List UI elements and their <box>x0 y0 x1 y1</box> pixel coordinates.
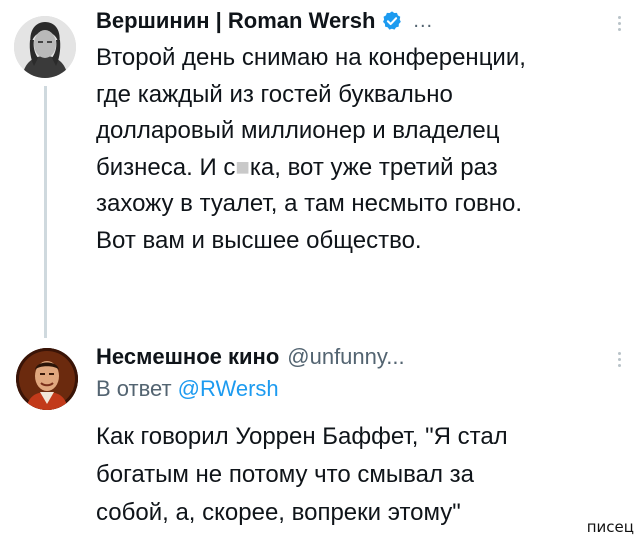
tweet-text-line: собой, а, скорее, вопреки этому" <box>96 499 461 526</box>
tweet-text-line: Как говорил Уоррен Баффет, "Я стал <box>96 423 508 450</box>
site-watermark: писец <box>586 518 634 536</box>
censored-fragment: ■ <box>235 153 250 181</box>
reply-prefix: В ответ <box>96 376 172 401</box>
more-options-icon[interactable] <box>618 16 622 34</box>
author-avatar[interactable] <box>16 348 78 410</box>
avatar-portrait-icon <box>14 16 76 78</box>
avatar-portrait-icon <box>16 348 78 410</box>
tweet-text-segment: бизнеса. И с <box>96 153 236 181</box>
tweet-text-line: бизнеса. И с■ка, вот уже третий раз <box>96 150 626 187</box>
author-handle[interactable]: @unfunny... <box>287 344 404 370</box>
truncation-ellipsis: ... <box>413 9 434 32</box>
tweet-header: Несмешное кино @unfunny... <box>96 340 405 374</box>
reply-context: В ответ @RWersh <box>96 376 279 402</box>
verified-badge-icon <box>383 11 402 30</box>
tweet-text-segment: ка, вот уже третий раз <box>249 153 498 181</box>
tweet-text: Как говорил Уоррен Баффет, "Я стал богат… <box>96 418 626 532</box>
reply-mention-link[interactable]: @RWersh <box>178 376 279 401</box>
tweet-text-line: где каждый из гостей буквально <box>96 80 453 108</box>
tweet-text-line: захожу в туалет, а там несмыто говно. <box>96 190 523 217</box>
tweet-text-line: Второй день снимаю на конференции, <box>96 44 526 71</box>
tweet-text: Второй день снимаю на конференции, где к… <box>96 40 626 259</box>
more-options-icon[interactable] <box>618 352 622 370</box>
tweet-reply: Несмешное кино @unfunny... В ответ @RWers… <box>0 330 640 542</box>
tweet-header: Вершинин | Roman Wersh ... <box>96 4 433 38</box>
tweet-text-line: долларовый миллионер и владелец <box>96 117 500 144</box>
thread-connector-line <box>44 86 47 338</box>
tweet-text-line: Вот вам и высшее общество. <box>96 226 422 254</box>
author-name[interactable]: Несмешное кино <box>96 344 279 370</box>
author-name[interactable]: Вершинин | Roman Wersh <box>96 8 375 34</box>
tweet-text-line: богатым не потому что смывал за <box>96 461 474 488</box>
tweet-original: Вершинин | Roman Wersh ... Второй день с… <box>0 0 640 338</box>
author-avatar[interactable] <box>14 16 76 78</box>
